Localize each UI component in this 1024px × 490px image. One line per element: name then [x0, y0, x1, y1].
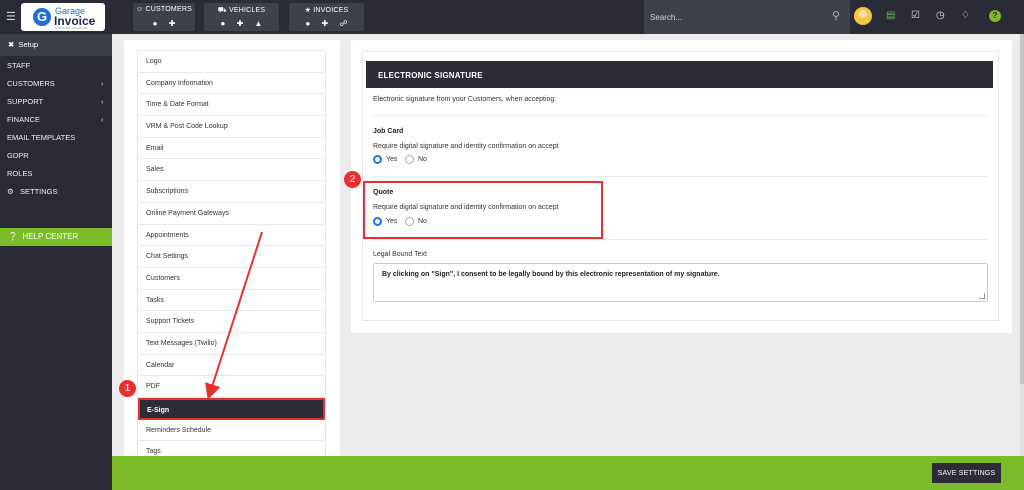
- scrollbar-thumb[interactable]: [1020, 34, 1024, 384]
- annotation-arrow: [205, 231, 263, 400]
- bottom-action-bar: [112, 456, 1024, 490]
- save-settings-button[interactable]: SAVE SETTINGS: [932, 463, 1001, 483]
